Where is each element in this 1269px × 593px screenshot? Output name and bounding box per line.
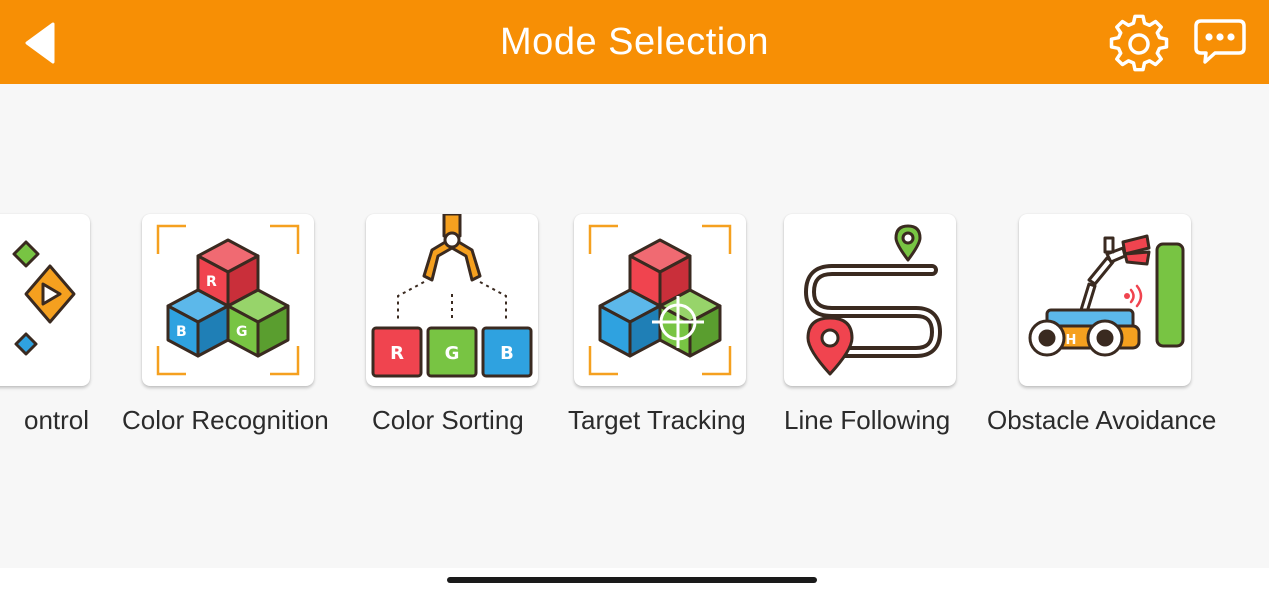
svg-text:R: R bbox=[390, 343, 404, 364]
mode-tile-color-sorting[interactable]: R G B bbox=[366, 214, 538, 386]
mode-tile-target-tracking[interactable] bbox=[574, 214, 746, 386]
gear-icon bbox=[1109, 14, 1169, 72]
mode-label: Obstacle Avoidance bbox=[987, 405, 1217, 435]
chat-button[interactable] bbox=[1193, 18, 1247, 68]
home-indicator[interactable] bbox=[447, 577, 817, 583]
page-title: Mode Selection bbox=[500, 21, 769, 63]
target-tracking-icon bbox=[588, 224, 732, 376]
svg-text:B: B bbox=[176, 324, 187, 340]
svg-text:G: G bbox=[236, 324, 248, 340]
color-recognition-cubes-icon: R B G bbox=[156, 224, 300, 376]
mode-label: ontrol bbox=[24, 405, 90, 435]
remote-control-icon bbox=[12, 240, 76, 356]
settings-button[interactable] bbox=[1109, 14, 1169, 74]
obstacle-avoidance-robot-icon: H bbox=[1028, 234, 1185, 357]
top-app-bar: Mode Selection bbox=[0, 0, 1269, 84]
color-sorting-claw-icon: R G B bbox=[371, 214, 533, 378]
mode-tile-remote-control[interactable] bbox=[0, 214, 90, 386]
svg-text:G: G bbox=[445, 343, 460, 364]
mode-list[interactable]: ontrol R B G Color Recognition R G B Col… bbox=[0, 84, 1269, 568]
line-following-path-icon bbox=[804, 224, 942, 376]
mode-tile-line-following[interactable] bbox=[784, 214, 956, 386]
mode-label: Color Recognition bbox=[122, 405, 329, 435]
mode-label: Target Tracking bbox=[568, 405, 746, 435]
svg-text:B: B bbox=[500, 343, 514, 364]
mode-label: Color Sorting bbox=[372, 405, 524, 435]
mode-tile-obstacle-avoidance[interactable]: H bbox=[1019, 214, 1191, 386]
mode-label: Line Following bbox=[784, 405, 951, 435]
chat-bubble-icon bbox=[1194, 19, 1246, 64]
svg-text:H: H bbox=[1066, 333, 1077, 348]
svg-text:R: R bbox=[206, 274, 217, 290]
mode-tile-color-recognition[interactable]: R B G bbox=[142, 214, 314, 386]
